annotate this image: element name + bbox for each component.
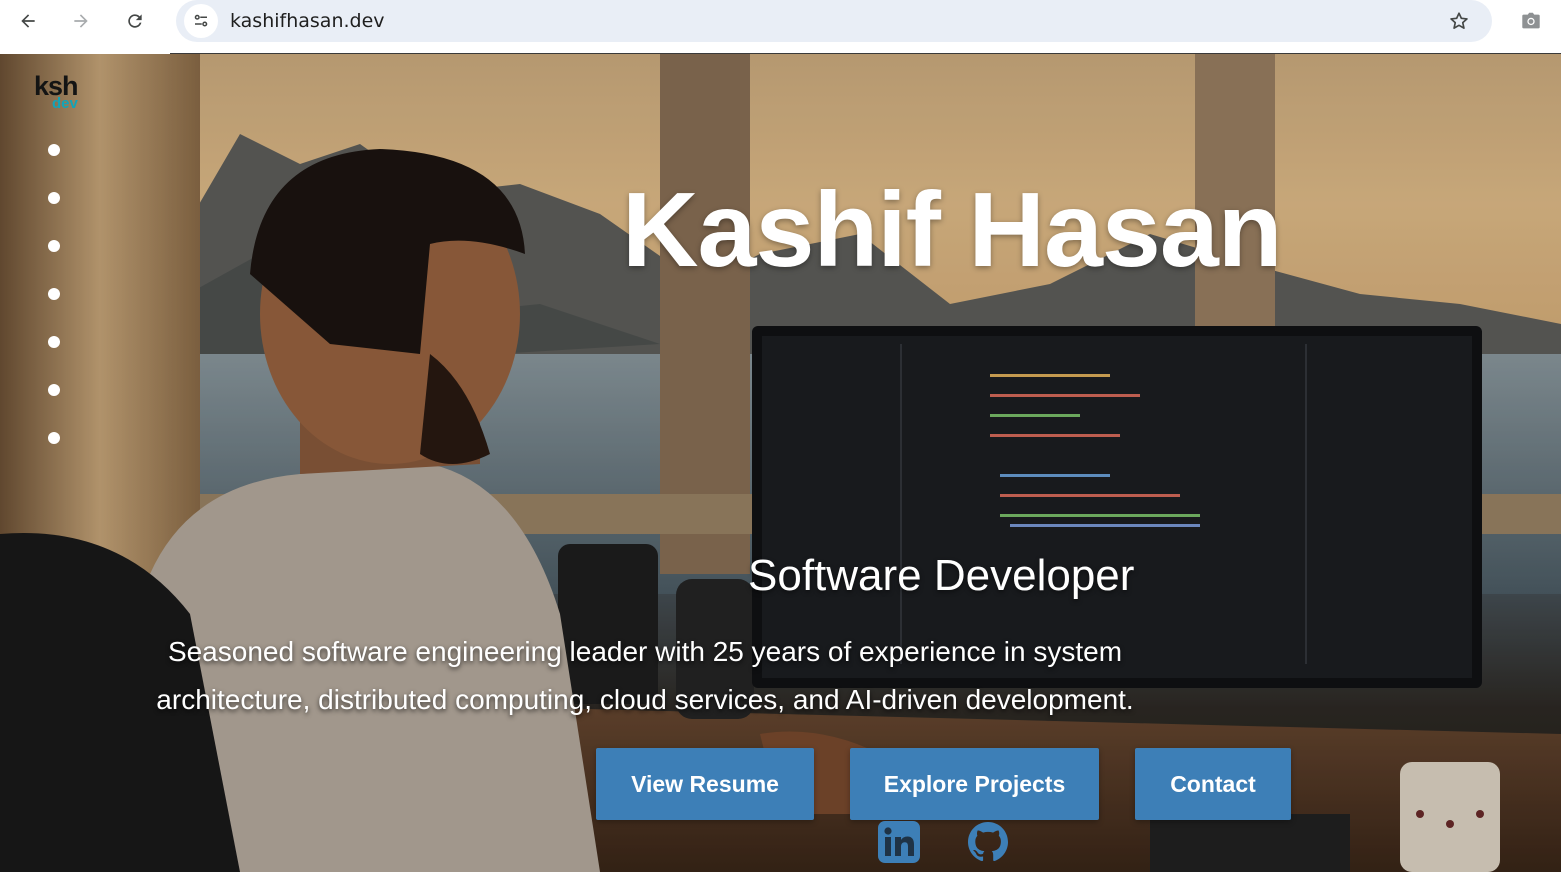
browser-toolbar: kashifhasan.dev bbox=[0, 0, 1561, 54]
back-arrow-icon bbox=[21, 14, 35, 28]
view-resume-button[interactable]: View Resume bbox=[596, 748, 814, 820]
address-bar[interactable]: kashifhasan.dev bbox=[176, 0, 1492, 42]
camera-icon bbox=[1522, 12, 1540, 29]
contact-button[interactable]: Contact bbox=[1135, 748, 1291, 820]
reload-icon bbox=[128, 14, 142, 28]
section-dot-2[interactable] bbox=[48, 192, 60, 204]
hero-section: ksh dev Kashif Hasan Software Developer … bbox=[0, 54, 1561, 872]
section-dot-nav bbox=[48, 144, 62, 480]
reload-button[interactable] bbox=[118, 4, 152, 38]
section-dot-3[interactable] bbox=[48, 240, 60, 252]
star-icon bbox=[1450, 12, 1468, 29]
section-dot-1[interactable] bbox=[48, 144, 60, 156]
forward-arrow-icon bbox=[74, 14, 88, 28]
back-button[interactable] bbox=[11, 4, 45, 38]
hero-bio-text: Seasoned software engineering leader wit… bbox=[156, 636, 1134, 715]
site-settings-icon bbox=[194, 14, 208, 27]
site-logo[interactable]: ksh dev bbox=[34, 72, 94, 112]
github-link[interactable] bbox=[966, 820, 1010, 864]
section-dot-4[interactable] bbox=[48, 288, 60, 300]
section-dot-6[interactable] bbox=[48, 384, 60, 396]
logo-secondary-text: dev bbox=[52, 95, 78, 112]
explore-projects-button[interactable]: Explore Projects bbox=[850, 748, 1099, 820]
linkedin-link[interactable] bbox=[877, 820, 921, 864]
section-dot-7[interactable] bbox=[48, 432, 60, 444]
screenshot-button[interactable] bbox=[1516, 6, 1546, 36]
url-text[interactable]: kashifhasan.dev bbox=[230, 10, 385, 32]
hero-name-heading: Kashif Hasan bbox=[622, 171, 1283, 289]
forward-button[interactable] bbox=[64, 4, 98, 38]
section-dot-5[interactable] bbox=[48, 336, 60, 348]
github-icon bbox=[968, 822, 1008, 862]
bookmark-button[interactable] bbox=[1446, 8, 1472, 34]
site-info-button[interactable] bbox=[184, 4, 218, 38]
hero-role-subtitle: Software Developer bbox=[748, 551, 1135, 600]
linkedin-icon bbox=[878, 821, 920, 863]
